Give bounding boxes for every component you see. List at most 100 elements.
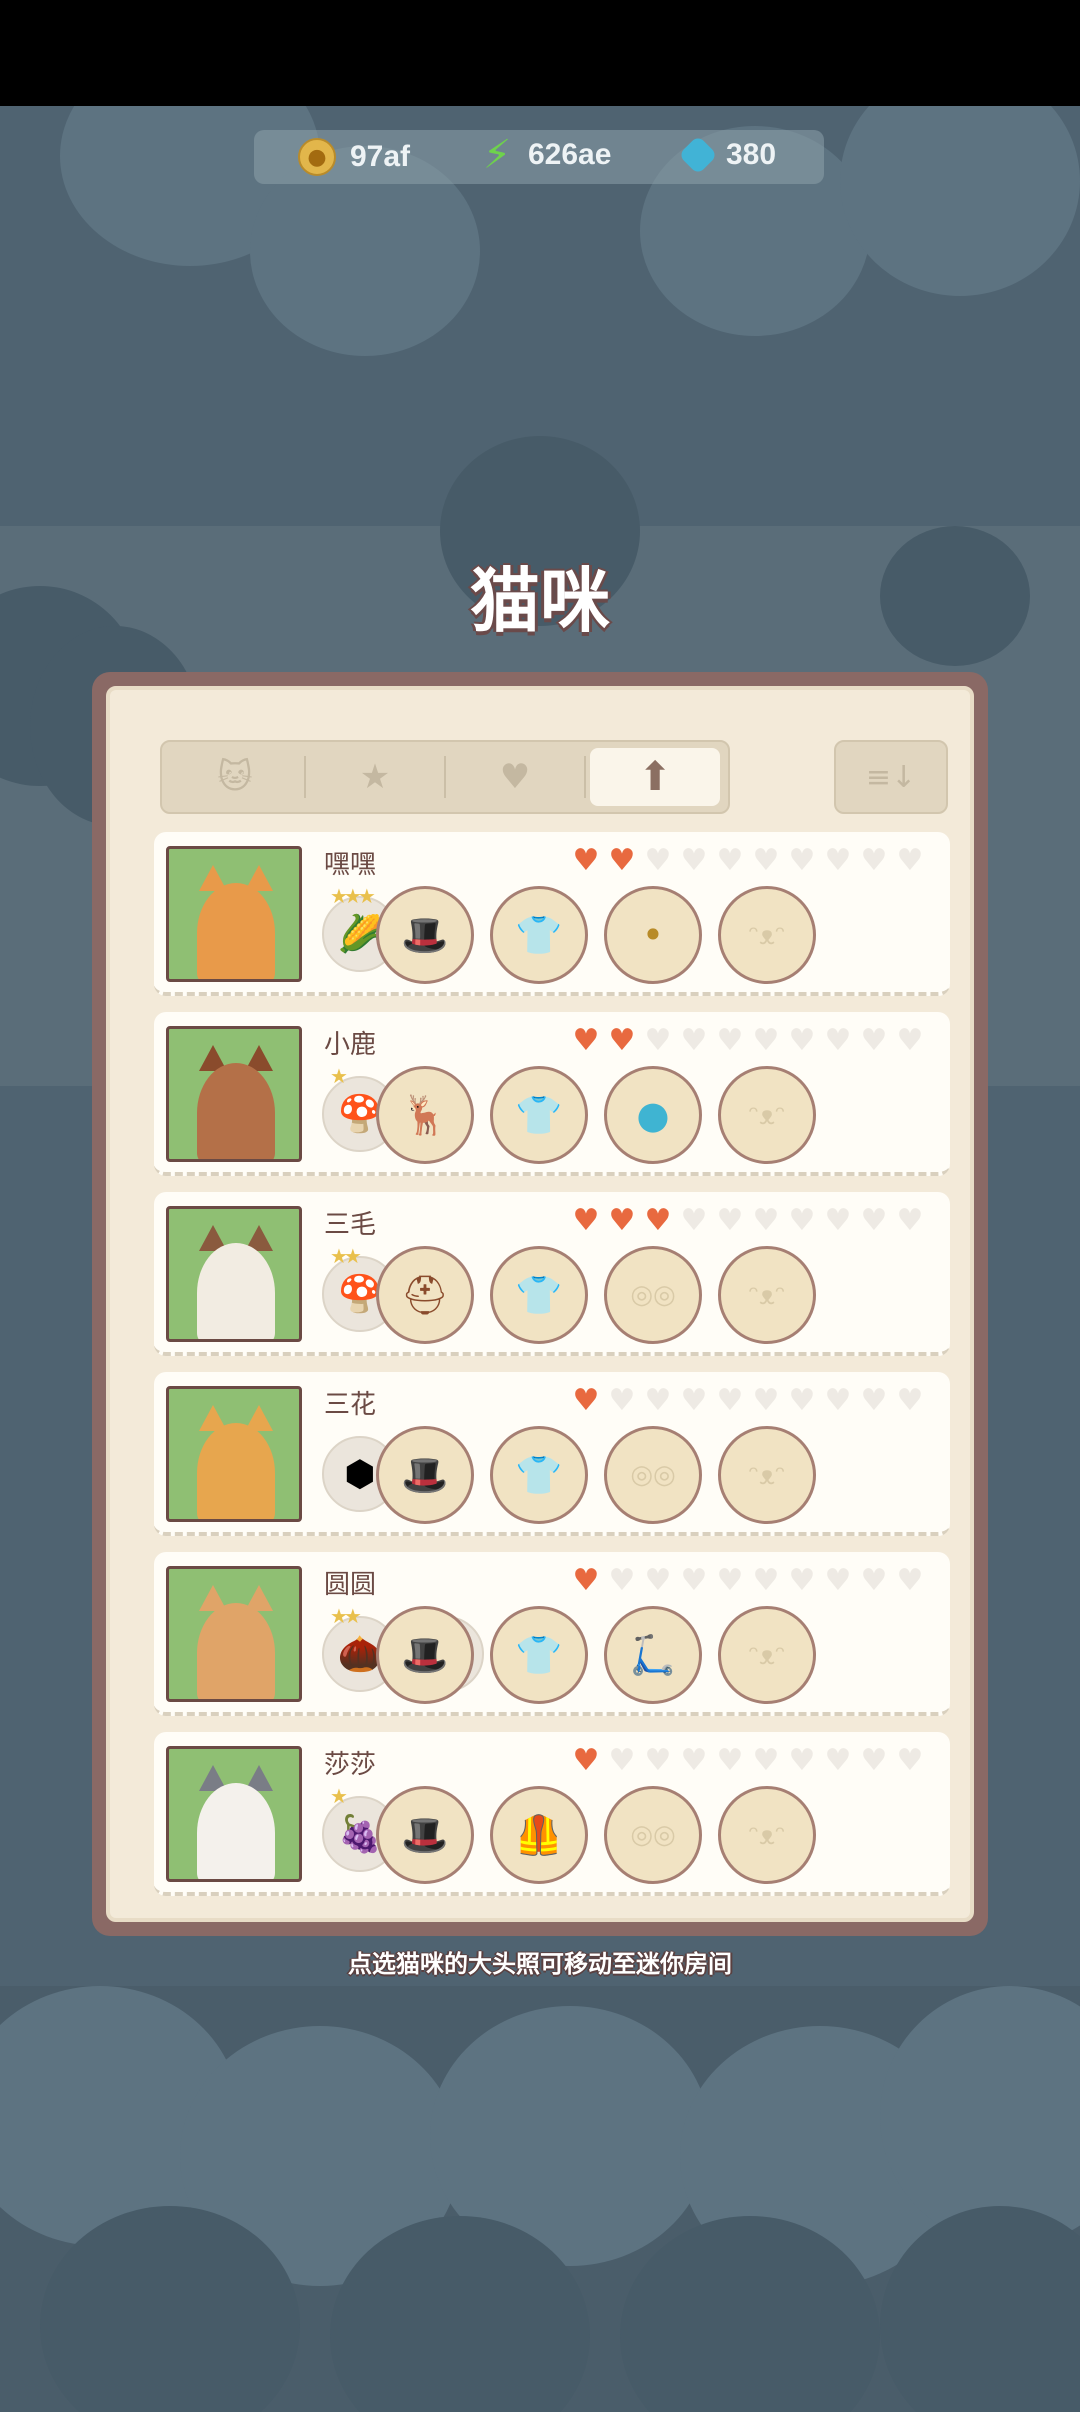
tab-star[interactable]: ★ (310, 748, 440, 806)
heart-icon: ♥ (860, 1563, 888, 1598)
hat-icon: 🎩 (401, 1452, 449, 1497)
heart-icon: ♥ (644, 1383, 672, 1418)
tab-heart[interactable]: ♥ (450, 748, 580, 806)
heart-icon: ♥ (896, 1383, 924, 1418)
red-vest-icon: 🦺 (515, 1812, 563, 1857)
face-icon: ᵔᴥᵔ (748, 1460, 786, 1491)
sort-button[interactable]: ≡↓ (834, 740, 948, 814)
star-rating-icon: ★★ (330, 1244, 362, 1268)
equip-slot-face[interactable]: ᵔᴥᵔ (718, 886, 816, 984)
tree-decoration (840, 106, 1080, 296)
heart-icon: ♥ (860, 843, 888, 878)
shirt-icon: 👕 (515, 912, 563, 957)
heart-icon: ♥ (824, 1743, 852, 1778)
equip-slot-hat[interactable]: 🎩 (376, 1426, 474, 1524)
equip-slot-shirt[interactable]: 👕 (490, 1426, 588, 1524)
face-icon: ᵔᴥᵔ (748, 1280, 786, 1311)
equip-slot-face[interactable]: ᵔᴥᵔ (718, 1606, 816, 1704)
cat-portrait[interactable] (166, 1386, 302, 1522)
cat-portrait[interactable] (166, 1206, 302, 1342)
tab-cat[interactable]: 🐱 (170, 748, 300, 806)
face-icon: ᵔᴥᵔ (748, 1100, 786, 1131)
lightning-icon: ⚡ (482, 132, 512, 178)
cat-name: 三花 (324, 1390, 377, 1420)
cat-name: 圆圆 (324, 1570, 377, 1600)
cat-portrait[interactable] (166, 1746, 302, 1882)
equip-slot-shirt[interactable]: 👕 (490, 886, 588, 984)
energy-value: 626ae (528, 138, 612, 171)
equip-slot-shirt[interactable]: 👕 (490, 1606, 588, 1704)
gem-counter[interactable]: 380 (678, 135, 777, 175)
coin-counter[interactable]: ● 97af (298, 138, 410, 176)
cat-card: 三花 ⬢ ♥ ♥ ♥ ♥ ♥ ♥ ♥ ♥ ♥ ♥ 🎩 👕 ◎◎ ᵔᴥᵔ (154, 1372, 950, 1536)
tab-arrow[interactable]: ⬆ (590, 748, 720, 806)
heart-icon: ♥ (680, 843, 708, 878)
star-icon: ★ (359, 757, 391, 797)
cat-card: 嘿嘿 🌽 ★★★ ♥ ♥ ♥ ♥ ♥ ♥ ♥ ♥ ♥ ♥ 🎩 👕 • ᵔᴥᵔ (154, 832, 950, 996)
equip-slot-blue-orb[interactable]: ● (604, 1066, 702, 1164)
equip-slot-hat[interactable]: 🎩 (376, 886, 474, 984)
heart-icon: ♥ (788, 843, 816, 878)
equip-slot-glasses[interactable]: ◎◎ (604, 1786, 702, 1884)
equip-slot-red-vest[interactable]: 🦺 (490, 1786, 588, 1884)
equip-slot-face[interactable]: ᵔᴥᵔ (718, 1066, 816, 1164)
cat-list-panel: 🐱 ★ ♥ ⬆ ≡↓ 嘿嘿 🌽 ★★★ ♥ ♥ ♥ ♥ ♥ ♥ ♥ ♥ ♥ ♥ 🎩 👕 • ᵔᴥᵔ 小鹿 🍄 ★ ♥ ♥ ♥… (92, 672, 988, 1936)
tab-divider (584, 756, 586, 798)
filter-tabs: 🐱 ★ ♥ ⬆ (160, 740, 730, 814)
heart-icon: ♥ (680, 1563, 708, 1598)
hat-icon: 🎩 (401, 912, 449, 957)
star-rating-icon: ★ (330, 1784, 348, 1808)
heart-icon: ♥ (788, 1563, 816, 1598)
equip-slot-glasses-item[interactable]: • (604, 886, 702, 984)
heart-icon: ♥ (572, 1563, 600, 1598)
heart-icon: ♥ (499, 757, 531, 797)
face-icon: ᵔᴥᵔ (748, 920, 786, 951)
heart-icon: ♥ (644, 1743, 672, 1778)
cat-card: 圆圆🌰★★?♥♥♥♥♥♥♥♥♥♥🎩👕🛴ᵔᴥᵔ (154, 1552, 950, 1716)
heart-icon: ♥ (788, 1203, 816, 1238)
equip-slot-antlers[interactable]: 🦌 (376, 1066, 474, 1164)
shirt-icon: 👕 (515, 1452, 563, 1497)
cat-portrait[interactable] (166, 1026, 302, 1162)
equip-slot-scooter[interactable]: 🛴 (604, 1606, 702, 1704)
affection-hearts: ♥ ♥ ♥ ♥ ♥ ♥ ♥ ♥ ♥ ♥ (568, 1026, 928, 1056)
energy-counter[interactable]: ⚡ 626ae (480, 132, 612, 178)
heart-icon: ♥ (824, 1023, 852, 1058)
heart-icon: ♥ (716, 1203, 744, 1238)
cat-name: 小鹿 (324, 1030, 377, 1060)
heart-icon: ♥ (788, 1743, 816, 1778)
affection-hearts: ♥ ♥ ♥ ♥ ♥ ♥ ♥ ♥ ♥ ♥ (568, 1386, 928, 1416)
up-arrow-icon: ⬆ (638, 754, 672, 800)
equip-slot-aviator-helmet[interactable]: ⛑ (376, 1246, 474, 1344)
heart-icon: ♥ (680, 1203, 708, 1238)
heart-icon: ♥ (608, 1023, 636, 1058)
hint-text: 点选猫咪的大头照可移动至迷你房间 (348, 1950, 732, 1978)
heart-icon: ♥ (860, 1023, 888, 1058)
equip-slot-hat[interactable]: 🎩 (376, 1786, 474, 1884)
heart-icon: ♥ (788, 1023, 816, 1058)
heart-icon: ♥ (752, 1563, 780, 1598)
cat-name: 三毛 (324, 1210, 377, 1240)
cat-card: 莎莎 🍇 ★ ♥ ♥ ♥ ♥ ♥ ♥ ♥ ♥ ♥ ♥ 🎩 🦺 ◎◎ ᵔᴥᵔ (154, 1732, 950, 1896)
blue-orb-icon: ● (636, 1093, 670, 1137)
equip-slot-shirt[interactable]: 👕 (490, 1246, 588, 1344)
cat-portrait[interactable] (166, 846, 302, 982)
heart-icon: ♥ (752, 1203, 780, 1238)
status-bar (0, 0, 1080, 106)
equip-slot-glasses[interactable]: ◎◎ (604, 1246, 702, 1344)
cat-figure (197, 1243, 275, 1339)
equip-slot-glasses[interactable]: ◎◎ (604, 1426, 702, 1524)
heart-icon: ♥ (896, 1023, 924, 1058)
gem-value: 380 (726, 138, 777, 171)
equip-slot-face[interactable]: ᵔᴥᵔ (718, 1246, 816, 1344)
sort-icon: ≡↓ (865, 759, 917, 795)
equip-slot-shirt[interactable]: 👕 (490, 1066, 588, 1164)
heart-icon: ♥ (824, 1563, 852, 1598)
equip-slot-face[interactable]: ᵔᴥᵔ (718, 1786, 816, 1884)
heart-icon: ♥ (680, 1383, 708, 1418)
heart-icon: ♥ (680, 1023, 708, 1058)
equip-slot-face[interactable]: ᵔᴥᵔ (718, 1426, 816, 1524)
cat-portrait[interactable] (166, 1566, 302, 1702)
aviator-helmet-icon: ⛑ (400, 1272, 450, 1317)
equip-slot-hat[interactable]: 🎩 (376, 1606, 474, 1704)
